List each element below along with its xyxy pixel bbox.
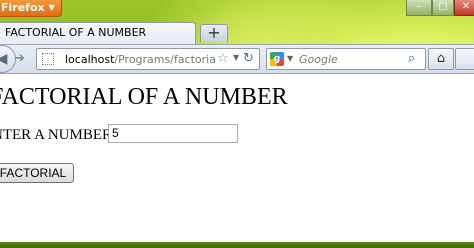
maximize-button[interactable]: ▢ <box>432 0 454 16</box>
page-title: FACTORIAL OF A NUMBER <box>0 84 288 110</box>
close-window-button[interactable]: ✕ <box>454 0 474 16</box>
site-identity-icon[interactable] <box>42 53 54 65</box>
new-tab-button[interactable]: + <box>200 24 228 42</box>
address-bar[interactable]: localhost/Programs/factorial.p ☆ ▼ ↻ <box>36 48 260 70</box>
url-text[interactable]: localhost/Programs/factorial.p <box>65 53 215 66</box>
engine-dropdown-icon[interactable]: ▼ <box>287 54 293 63</box>
factorial-button[interactable]: FACTORIAL <box>0 163 74 183</box>
number-input[interactable]: 5 <box>108 124 238 143</box>
home-icon: ⌂ <box>436 51 446 66</box>
firefox-menu-button[interactable]: Firefox ▼ <box>0 0 62 17</box>
firefox-menu-label: Firefox <box>1 1 45 14</box>
home-button[interactable]: ⌂ <box>428 48 454 70</box>
search-bar[interactable]: g ▼ Google ⌕ <box>266 48 426 70</box>
chevron-down-icon: ▼ <box>48 3 55 12</box>
url-path: /Programs/factorial.p <box>114 53 215 66</box>
number-input-label: NTER A NUMBER: <box>0 127 117 143</box>
google-engine-icon[interactable]: g <box>270 52 284 66</box>
forward-button[interactable]: ➔ <box>14 51 36 67</box>
minimize-button[interactable]: – <box>406 0 432 16</box>
tab-factorial[interactable]: FACTORIAL OF A NUMBER <box>0 22 196 44</box>
reload-icon[interactable]: ↻ <box>243 51 254 66</box>
url-host: localhost <box>65 53 115 66</box>
tab-title: FACTORIAL OF A NUMBER <box>5 26 147 39</box>
toolbar-overflow-button[interactable] <box>455 48 474 70</box>
bookmark-star-icon[interactable]: ☆ <box>217 51 229 66</box>
search-placeholder: Google <box>299 53 338 66</box>
window-bottom-edge <box>0 242 474 248</box>
page-content: FACTORIAL OF A NUMBER NTER A NUMBER: 5 F… <box>0 74 474 242</box>
history-dropdown-icon[interactable]: ▼ <box>233 53 239 62</box>
search-icon[interactable]: ⌕ <box>408 51 415 66</box>
